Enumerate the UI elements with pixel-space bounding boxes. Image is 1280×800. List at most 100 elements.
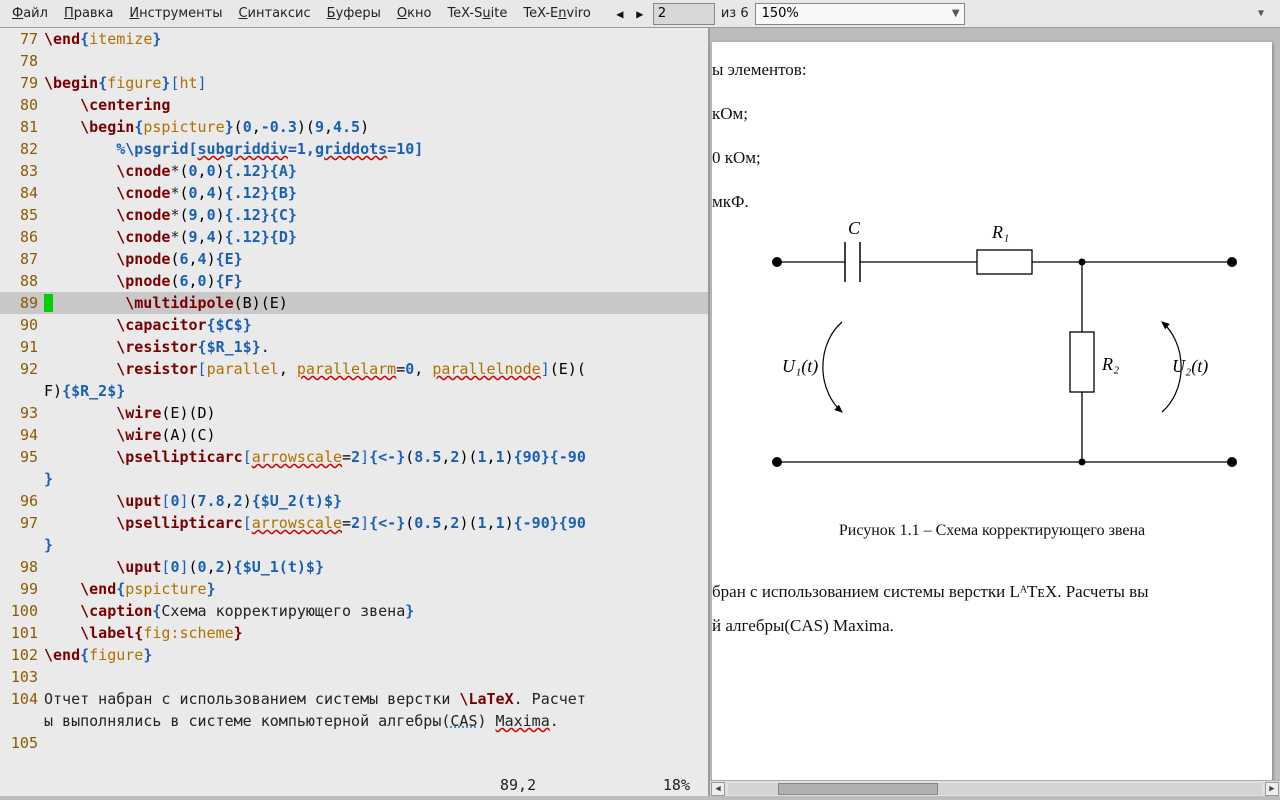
- line-text: \cnode*(9,0){.12}{C}: [44, 204, 708, 226]
- line-number: 98: [0, 556, 44, 578]
- menu-item[interactable]: Буферы: [319, 3, 389, 24]
- line-number: 105: [0, 732, 44, 754]
- menu-item[interactable]: Файл: [4, 3, 56, 24]
- label-R2: R₂: [1101, 354, 1119, 374]
- page-number-input[interactable]: [653, 3, 715, 25]
- code-line-wrap[interactable]: 92F){$R_2$}: [0, 380, 708, 402]
- nav-prev-icon[interactable]: ◀: [613, 6, 627, 22]
- label-U1: U₁(t): [782, 356, 818, 377]
- code-line[interactable]: 83 \cnode*(0,0){.12}{A}: [0, 160, 708, 182]
- code-line[interactable]: 90 \capacitor{$C$}: [0, 314, 708, 336]
- code-line[interactable]: 102\end{figure}: [0, 644, 708, 666]
- code-line[interactable]: 77\end{itemize}: [0, 28, 708, 50]
- code-line[interactable]: 84 \cnode*(0,4){.12}{B}: [0, 182, 708, 204]
- line-text: \uput[0](0,2){$U_1(t)$}: [44, 556, 708, 578]
- code-line-wrap[interactable]: 104ы выполнялись в системе компьютерной …: [0, 710, 708, 732]
- line-number: 85: [0, 204, 44, 226]
- line-text: \end{pspicture}: [44, 578, 708, 600]
- code-line[interactable]: 104Отчет набран с использованием системы…: [0, 688, 708, 710]
- scroll-right-icon[interactable]: ▶: [1265, 782, 1279, 796]
- code-line-wrap[interactable]: 95}: [0, 468, 708, 490]
- line-text: \pnode(6,4){E}: [44, 248, 708, 270]
- code-line[interactable]: 78: [0, 50, 708, 72]
- line-text: %\psgrid[subgriddiv=1,griddots=10]: [44, 138, 708, 160]
- code-line[interactable]: 92 \resistor[parallel, parallelarm=0, pa…: [0, 358, 708, 380]
- code-line[interactable]: 94 \wire(A)(C): [0, 424, 708, 446]
- line-number: 101: [0, 622, 44, 644]
- code-line[interactable]: 82 %\psgrid[subgriddiv=1,griddots=10]: [0, 138, 708, 160]
- code-line[interactable]: 87 \pnode(6,4){E}: [0, 248, 708, 270]
- editor-menubar: ФайлПравкаИнструментыСинтаксисБуферыОкно…: [0, 3, 599, 24]
- code-line[interactable]: 91 \resistor{$R_1$}.: [0, 336, 708, 358]
- line-text: \psellipticarc[arrowscale=2]{<-}(0.5,2)(…: [44, 512, 708, 534]
- line-number: 93: [0, 402, 44, 424]
- code-line[interactable]: 95 \psellipticarc[arrowscale=2]{<-}(8.5,…: [0, 446, 708, 468]
- line-number: 96: [0, 490, 44, 512]
- line-text: \psellipticarc[arrowscale=2]{<-}(8.5,2)(…: [44, 446, 708, 468]
- code-line[interactable]: 88 \pnode(6,0){F}: [0, 270, 708, 292]
- line-number: 88: [0, 270, 44, 292]
- code-line[interactable]: 101 \label{fig:scheme}: [0, 622, 708, 644]
- line-number: 100: [0, 600, 44, 622]
- menu-item[interactable]: TeX-Suite: [439, 3, 515, 24]
- status-bar: 89,2 18%: [0, 774, 708, 796]
- line-text: \end{figure}: [44, 644, 708, 666]
- label-C: C: [848, 222, 861, 238]
- pdf-page: C R₁ R₂ U₁(t) U₂(t) Рисунок 1.1 – Схема …: [712, 42, 1272, 780]
- line-text: [44, 732, 708, 754]
- code-line[interactable]: 89 \multidipole(B)(E): [0, 292, 708, 314]
- label-R1: R₁: [991, 222, 1009, 242]
- menu-item[interactable]: TeX-Enviro: [515, 3, 598, 24]
- zoom-select[interactable]: 150% ▼: [755, 3, 965, 25]
- code-line[interactable]: 99 \end{pspicture}: [0, 578, 708, 600]
- line-number: 84: [0, 182, 44, 204]
- pdf-viewer-pane: C R₁ R₂ U₁(t) U₂(t) Рисунок 1.1 – Схема …: [710, 28, 1280, 796]
- code-line[interactable]: 100 \caption{Схема корректирующего звена…: [0, 600, 708, 622]
- nav-next-icon[interactable]: ▶: [633, 6, 647, 22]
- horizontal-scrollbar[interactable]: ◀ ▶: [710, 780, 1280, 796]
- code-line[interactable]: 81 \begin{pspicture}(0,-0.3)(9,4.5): [0, 116, 708, 138]
- editor-pane: 77\end{itemize}7879\begin{figure}[ht]80 …: [0, 28, 710, 796]
- code-line[interactable]: 93 \wire(E)(D): [0, 402, 708, 424]
- line-number: 92: [0, 358, 44, 380]
- cursor-position: 89,2: [500, 776, 536, 794]
- line-text: \centering: [44, 94, 708, 116]
- menu-item[interactable]: Окно: [389, 3, 440, 24]
- menu-item[interactable]: Правка: [56, 3, 121, 24]
- code-line[interactable]: 86 \cnode*(9,4){.12}{D}: [0, 226, 708, 248]
- line-number: 82: [0, 138, 44, 160]
- line-text: \cnode*(9,4){.12}{D}: [44, 226, 708, 248]
- code-line[interactable]: 80 \centering: [0, 94, 708, 116]
- top-bar: ФайлПравкаИнструментыСинтаксисБуферыОкно…: [0, 0, 1280, 28]
- line-text: \resistor{$R_1$}.: [44, 336, 708, 358]
- code-line[interactable]: 96 \uput[0](7.8,2){$U_2(t)$}: [0, 490, 708, 512]
- line-number: 77: [0, 28, 44, 50]
- pdf-text-line: ы элементов:: [712, 60, 807, 80]
- scroll-left-icon[interactable]: ◀: [711, 782, 725, 796]
- code-area[interactable]: 77\end{itemize}7879\begin{figure}[ht]80 …: [0, 28, 708, 774]
- scroll-track[interactable]: [728, 783, 1262, 795]
- line-number: 86: [0, 226, 44, 248]
- code-line-wrap[interactable]: 97}: [0, 534, 708, 556]
- code-line[interactable]: 103: [0, 666, 708, 688]
- code-line[interactable]: 79\begin{figure}[ht]: [0, 72, 708, 94]
- code-line[interactable]: 105: [0, 732, 708, 754]
- line-text: [44, 50, 708, 72]
- line-number: 83: [0, 160, 44, 182]
- scroll-thumb[interactable]: [778, 783, 938, 795]
- menu-item[interactable]: Инструменты: [121, 3, 230, 24]
- menu-item[interactable]: Синтаксис: [230, 3, 318, 24]
- code-line[interactable]: 97 \psellipticarc[arrowscale=2]{<-}(0.5,…: [0, 512, 708, 534]
- figure-caption: Рисунок 1.1 – Схема корректирующего звен…: [712, 522, 1272, 540]
- code-line[interactable]: 98 \uput[0](0,2){$U_1(t)$}: [0, 556, 708, 578]
- code-line[interactable]: 85 \cnode*(9,0){.12}{C}: [0, 204, 708, 226]
- overflow-chevron-down-icon[interactable]: ▼: [1258, 8, 1274, 19]
- line-number: 102: [0, 644, 44, 666]
- line-text: \uput[0](7.8,2){$U_2(t)$}: [44, 490, 708, 512]
- viewer-toolbar: ◀ ▶ из 6 150% ▼: [605, 3, 973, 25]
- line-text: \wire(E)(D): [44, 402, 708, 424]
- pdf-area[interactable]: C R₁ R₂ U₁(t) U₂(t) Рисунок 1.1 – Схема …: [710, 28, 1280, 780]
- pdf-text-line: бран с использованием системы верстки Lᴬ…: [712, 582, 1149, 602]
- line-number: 80: [0, 94, 44, 116]
- line-text: \label{fig:scheme}: [44, 622, 708, 644]
